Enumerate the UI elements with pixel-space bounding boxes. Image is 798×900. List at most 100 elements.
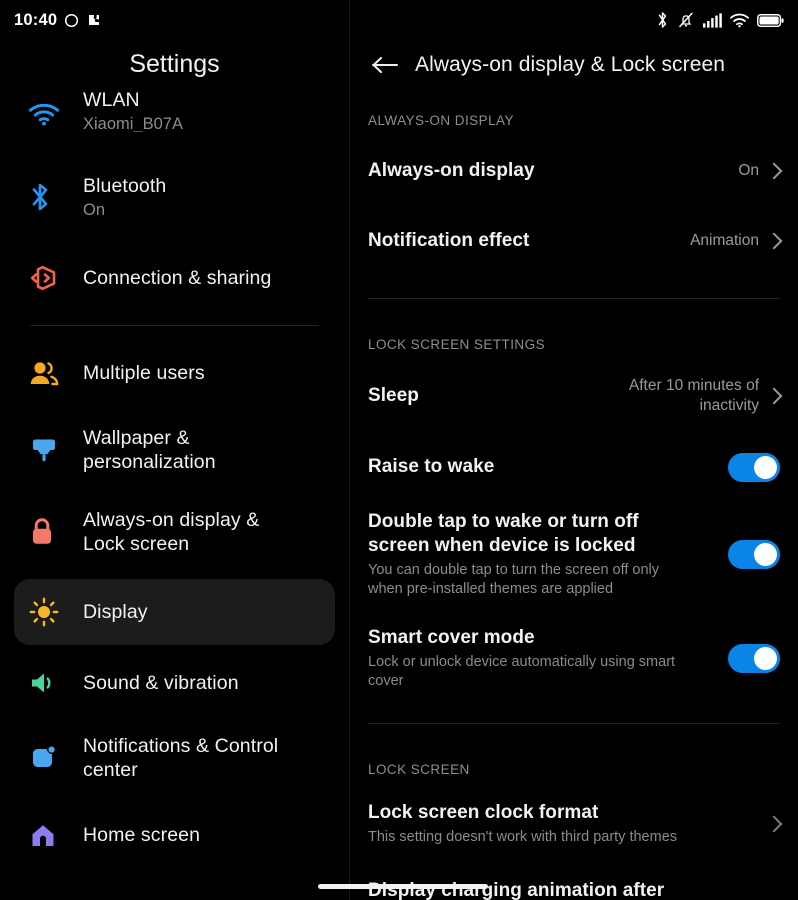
sidebar-item-notifications-control-center[interactable]: Notifications & Control center <box>14 721 335 795</box>
sidebar-item-text: Notifications & Control center <box>83 734 308 782</box>
detail-pane: Always-on display & Lock screen ALWAYS-O… <box>350 0 798 900</box>
row-always-on-display[interactable]: Always-on display On <box>350 144 798 198</box>
row-title: Double tap to wake or turn off screen wh… <box>368 511 639 556</box>
sidebar-item-label: Multiple users <box>83 362 205 384</box>
row-title: Always-on display <box>368 160 535 181</box>
sidebar-item-text: Bluetooth On <box>83 174 166 221</box>
row-title: Lock screen clock format <box>368 802 599 823</box>
sidebar-item-label: WLAN <box>83 89 140 111</box>
row-right: After 10 minutes of inactivity <box>599 376 783 416</box>
sidebar-item-wallpaper-personalization[interactable]: Wallpaper & personalization <box>14 413 335 487</box>
sidebar-item-multiple-users[interactable]: Multiple users <box>14 341 335 405</box>
row-title: Sleep <box>368 385 419 406</box>
row-main: Double tap to wake or turn off screen wh… <box>368 510 688 599</box>
row-main: Always-on display <box>368 159 738 183</box>
settings-sidebar: Settings WLAN Xiaomi_B07A Bluetooth On C… <box>0 0 349 900</box>
row-value: After 10 minutes of inactivity <box>628 377 759 414</box>
row-value: On <box>738 162 759 179</box>
detail-header: Always-on display & Lock screen <box>350 48 798 82</box>
sidebar-item-display[interactable]: Display <box>14 579 335 645</box>
sidebar-item-home-screen[interactable]: Home screen <box>14 803 335 867</box>
sidebar-item-label: Display <box>83 601 148 623</box>
home-icon <box>29 822 73 848</box>
row-smart-cover-mode[interactable]: Smart cover mode Lock or unlock device a… <box>350 623 798 693</box>
row-title: Raise to wake <box>368 456 495 477</box>
sidebar-list: WLAN Xiaomi_B07A Bluetooth On Connection… <box>0 78 349 867</box>
sidebar-item-text: Sound & vibration <box>83 671 239 695</box>
connection-sharing-icon <box>29 264 73 292</box>
notification-badge-icon <box>29 744 73 772</box>
sidebar-item-connection-sharing[interactable]: Connection & sharing <box>14 246 335 310</box>
toggle-smart-cover-mode[interactable] <box>728 643 780 673</box>
toggle-knob <box>754 455 777 479</box>
multiple-users-icon <box>29 360 73 386</box>
row-right: On <box>738 161 783 181</box>
section-heading-always-on-display: ALWAYS-ON DISPLAY <box>368 113 514 128</box>
row-raise-to-wake[interactable]: Raise to wake <box>350 440 798 494</box>
sidebar-item-sound-vibration[interactable]: Sound & vibration <box>14 651 335 715</box>
row-subtitle: This setting doesn't work with third par… <box>368 829 678 845</box>
phone-screen: 10:40 Settings WLAN Xiaomi_B07A Bluetoot… <box>0 0 798 900</box>
toggle-double-tap-to-wake[interactable] <box>728 540 780 569</box>
sidebar-item-label: Sound & vibration <box>83 672 239 694</box>
sidebar-item-text: Connection & sharing <box>83 266 271 290</box>
sidebar-item-label: Bluetooth <box>83 174 167 197</box>
chevron-right-icon <box>765 162 783 180</box>
sidebar-item-bluetooth[interactable]: Bluetooth On <box>14 160 335 234</box>
sidebar-item-text: Home screen <box>83 823 200 847</box>
row-main: Raise to wake <box>368 455 728 479</box>
sidebar-item-sublabel: On <box>83 200 106 219</box>
sidebar-item-text: Display <box>83 600 148 624</box>
row-double-tap-to-wake[interactable]: Double tap to wake or turn off screen wh… <box>350 510 798 599</box>
row-main: Display charging animation after <box>368 879 780 900</box>
sidebar-item-sublabel: Xiaomi_B07A <box>83 115 183 132</box>
row-title: Smart cover mode <box>368 626 535 648</box>
toggle-knob <box>754 543 777 566</box>
sidebar-divider <box>30 325 319 326</box>
row-subtitle: You can double tap to turn the screen of… <box>368 562 660 597</box>
row-subtitle: Lock or unlock device automatically usin… <box>368 653 676 689</box>
row-title: Display charging animation after <box>368 880 665 900</box>
sidebar-item-label: Connection & sharing <box>83 267 272 289</box>
row-notification-effect[interactable]: Notification effect Animation <box>350 214 798 268</box>
detail-body: ALWAYS-ON DISPLAY Always-on display On N… <box>350 105 798 900</box>
section-heading-lock-screen: LOCK SCREEN <box>368 762 470 777</box>
chevron-right-icon <box>765 232 783 250</box>
detail-title: Always-on display & Lock screen <box>415 53 726 76</box>
sidebar-item-text: Multiple users <box>83 361 205 385</box>
toggle-knob <box>754 646 777 670</box>
lock-icon <box>29 517 73 547</box>
sidebar-item-text: Wallpaper & personalization <box>83 426 303 474</box>
section-heading-lock-screen-settings: LOCK SCREEN SETTINGS <box>368 337 546 352</box>
row-value: Animation <box>690 232 759 249</box>
split-layout: Settings WLAN Xiaomi_B07A Bluetooth On C… <box>0 0 798 900</box>
chevron-right-icon <box>765 815 783 833</box>
row-right: Animation <box>690 231 783 251</box>
chevron-right-icon <box>765 387 783 405</box>
row-main: Lock screen clock format This setting do… <box>368 801 718 847</box>
row-main: Smart cover mode Lock or unlock device a… <box>368 626 708 691</box>
sidebar-item-text: WLAN Xiaomi_B07A <box>83 89 183 132</box>
sidebar-item-label: Wallpaper & personalization <box>83 427 216 473</box>
sidebar-item-label: Notifications & Control center <box>83 735 279 781</box>
row-right <box>765 815 783 833</box>
row-main: Notification effect <box>368 229 690 253</box>
sidebar-item-wlan[interactable]: WLAN Xiaomi_B07A <box>14 78 335 152</box>
back-arrow-icon[interactable] <box>368 48 402 82</box>
wifi-icon <box>29 104 73 126</box>
sidebar-title: Settings <box>129 50 220 78</box>
speaker-volume-icon <box>29 670 73 696</box>
sidebar-item-label: Home screen <box>83 824 201 846</box>
row-lock-screen-clock-format[interactable]: Lock screen clock format This setting do… <box>350 793 798 855</box>
brightness-sun-icon <box>29 597 73 627</box>
wallpaper-brush-icon <box>29 435 73 465</box>
bluetooth-icon <box>29 182 73 212</box>
home-indicator <box>318 884 488 889</box>
row-sleep[interactable]: Sleep After 10 minutes of inactivity <box>350 368 798 424</box>
sidebar-item-always-on-display-lock-screen[interactable]: Always-on display & Lock screen <box>14 495 335 569</box>
toggle-raise-to-wake[interactable] <box>728 452 780 482</box>
row-main: Sleep <box>368 384 599 408</box>
sidebar-item-text: Always-on display & Lock screen <box>83 508 303 556</box>
sidebar-item-label: Always-on display & Lock screen <box>83 509 260 555</box>
row-title: Notification effect <box>368 230 530 251</box>
